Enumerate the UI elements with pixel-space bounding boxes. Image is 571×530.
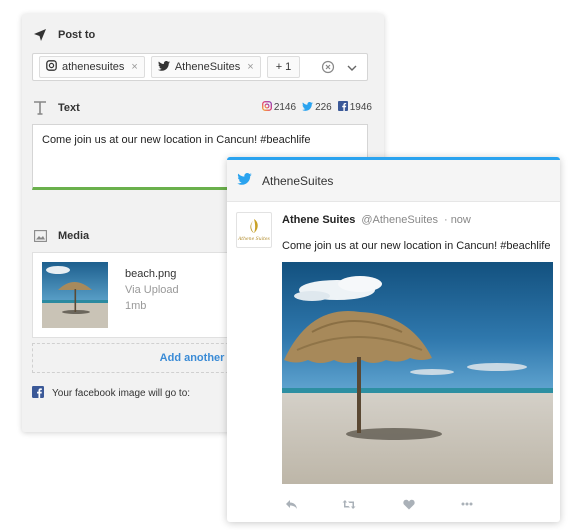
tweet-handle: @AtheneSuites bbox=[361, 214, 438, 226]
preview-account-name: AtheneSuites bbox=[262, 173, 334, 188]
account-chip-label: athenesuites bbox=[62, 61, 125, 73]
instagram-count: 2146 bbox=[261, 101, 296, 114]
twitter-icon bbox=[157, 60, 170, 74]
clear-icon[interactable] bbox=[321, 60, 335, 74]
image-icon bbox=[32, 228, 48, 244]
twitter-preview-card: AtheneSuites Athene Suites Athene Suites… bbox=[227, 157, 560, 522]
text-header: Text bbox=[32, 100, 80, 116]
facebook-image-destination: Your facebook image will go to: bbox=[32, 386, 190, 401]
media-label: Media bbox=[58, 230, 90, 242]
like-icon[interactable] bbox=[400, 495, 418, 513]
twitter-icon bbox=[302, 101, 313, 114]
character-counts: 2146 226 1946 bbox=[261, 101, 372, 114]
account-chip-instagram[interactable]: athenesuites × bbox=[39, 56, 145, 78]
media-source: Via Upload bbox=[125, 284, 179, 296]
media-size: 1mb bbox=[125, 300, 147, 312]
twitter-count: 226 bbox=[302, 101, 332, 114]
remove-account-button[interactable]: × bbox=[131, 61, 137, 73]
remove-account-button[interactable]: × bbox=[247, 61, 253, 73]
more-accounts-chip[interactable]: + 1 bbox=[266, 56, 301, 78]
post-to-header: Post to bbox=[32, 27, 95, 43]
text-label: Text bbox=[58, 102, 80, 114]
account-chip-twitter[interactable]: AtheneSuites × bbox=[150, 56, 261, 78]
facebook-note-text: Your facebook image will go to: bbox=[52, 388, 191, 399]
avatar: Athene Suites bbox=[236, 212, 272, 248]
tweet-image bbox=[282, 262, 553, 484]
facebook-count: 1946 bbox=[337, 101, 372, 114]
tweet-text: Come join us at our new location in Canc… bbox=[282, 240, 551, 252]
twitter-icon bbox=[237, 173, 252, 188]
chevron-down-icon[interactable] bbox=[346, 61, 358, 73]
send-icon bbox=[32, 27, 48, 43]
media-info: beach.png Via Upload 1mb bbox=[125, 266, 179, 314]
reply-icon[interactable] bbox=[282, 495, 300, 513]
account-chip-label: AtheneSuites bbox=[174, 61, 241, 73]
account-selector[interactable]: athenesuites × AtheneSuites × + 1 bbox=[32, 53, 368, 81]
facebook-icon bbox=[32, 386, 44, 401]
post-to-label: Post to bbox=[58, 29, 96, 41]
tweet-meta: Athene Suites @AtheneSuites · now bbox=[282, 214, 471, 226]
instagram-icon bbox=[261, 101, 272, 114]
media-thumbnail bbox=[42, 262, 108, 328]
instagram-icon bbox=[46, 60, 57, 74]
avatar-logo-text: Athene Suites bbox=[237, 236, 270, 242]
text-icon bbox=[32, 100, 48, 116]
tweet-display-name: Athene Suites bbox=[282, 214, 356, 226]
media-filename: beach.png bbox=[125, 268, 177, 280]
media-header: Media bbox=[32, 228, 89, 244]
preview-header: AtheneSuites bbox=[227, 160, 560, 202]
retweet-icon[interactable] bbox=[340, 495, 358, 513]
more-icon[interactable] bbox=[458, 495, 476, 513]
tweet-time: · now bbox=[443, 214, 471, 226]
tweet-actions bbox=[282, 495, 482, 513]
facebook-icon bbox=[337, 101, 348, 114]
